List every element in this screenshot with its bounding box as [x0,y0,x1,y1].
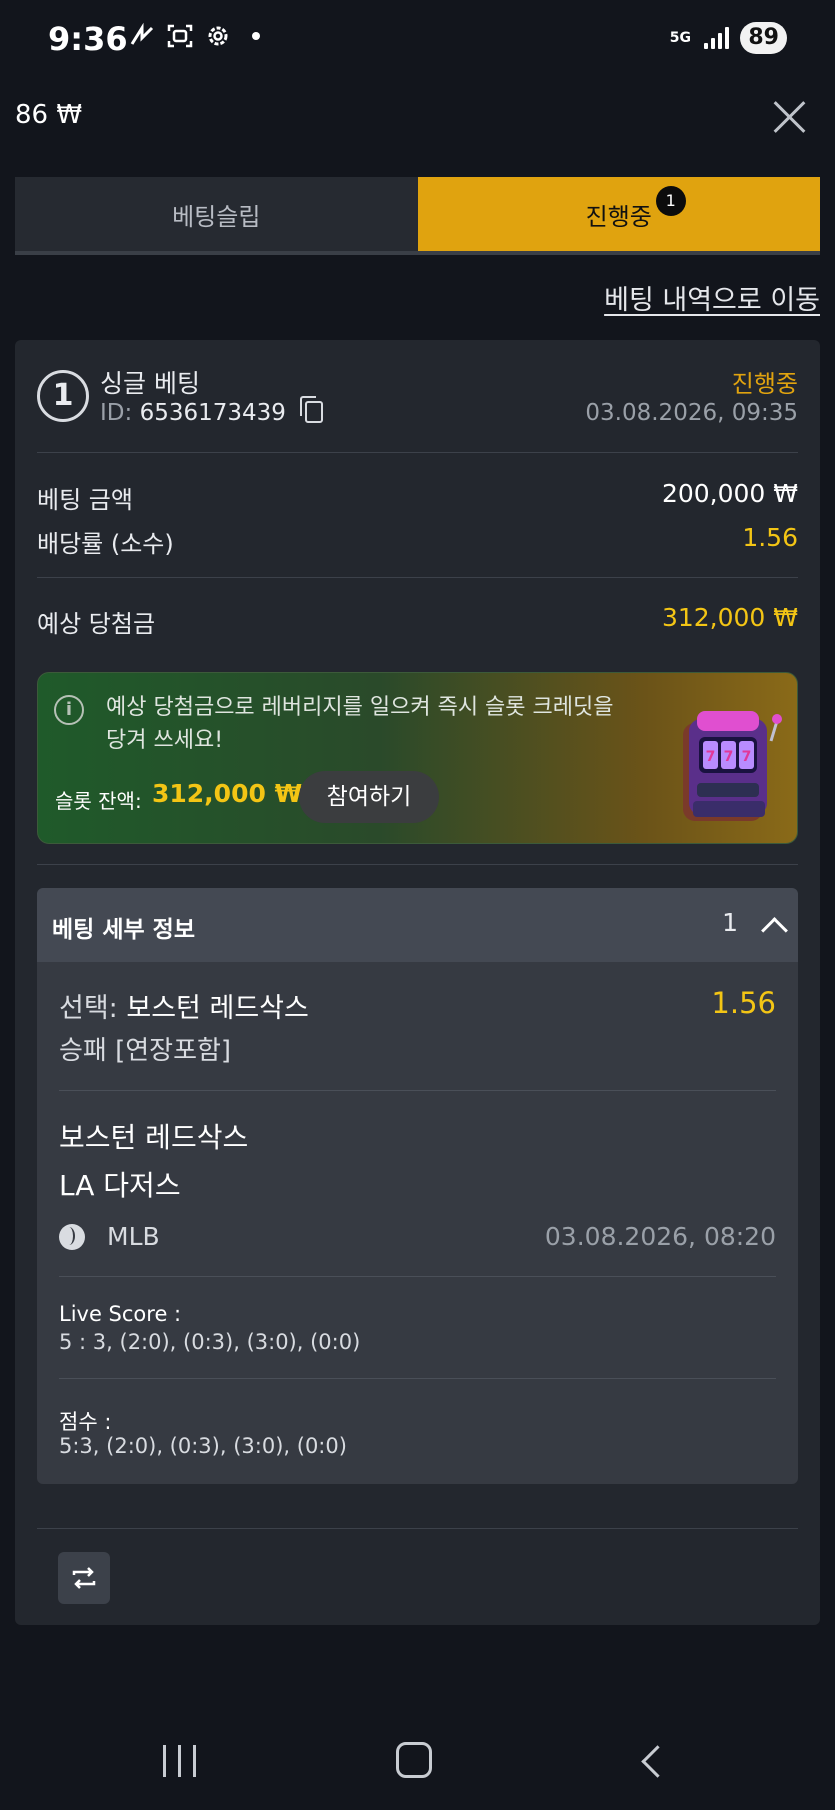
bet-type: 싱글 베팅 [100,369,200,398]
payout-value: 312,000 ₩ [661,603,798,632]
divider [37,452,798,453]
status-icons [128,22,270,50]
status-time: 9:36 [48,20,128,58]
settings-gear-icon [204,22,232,50]
screenshot-icon [166,22,194,50]
status-bar: 9:36 5G 89 [0,0,835,80]
slot-balance-value: 312,000 ₩ [152,779,303,808]
odds-value: 1.56 [742,523,798,552]
chevron-up-icon[interactable] [762,914,784,936]
bet-details-header[interactable]: 베팅 세부 정보 1 [37,888,798,962]
divider [37,577,798,578]
selection-label: 선택: [59,993,118,1024]
selection-value: 보스턴 레드삭스 [126,993,309,1024]
selection-line: 선택: 보스턴 레드삭스 [59,986,309,1025]
notification-dot-icon [242,22,270,50]
market-name: 승패 [연장포함] [59,1036,232,1066]
status-right: 5G 89 [666,22,787,54]
tab-betslip[interactable]: 베팅슬립 [15,177,418,251]
baseball-icon [59,1224,85,1250]
battery-indicator: 89 [740,22,787,54]
bet-datetime: 03.08.2026, 09:35 [585,400,798,426]
tab-label: 진행중 [585,202,652,231]
account-balance: 86 ₩ [15,100,83,130]
score-value: 5:3, (2:0), (0:3), (3:0), (0:0) [59,1434,347,1458]
team-away: LA 다저스 [59,1169,181,1202]
tab-count-badge: 1 [655,186,686,216]
bet-details-count: 1 [722,908,738,937]
divider [59,1378,776,1379]
repeat-icon [72,1567,96,1589]
divider [59,1090,776,1091]
bet-status: 진행중 [731,370,798,398]
svg-text:7: 7 [706,749,716,765]
slot-balance-label: 슬롯 잔액: [55,789,142,813]
tab-in-progress[interactable]: 진행중 1 [417,177,820,251]
join-button[interactable]: 참여하기 [299,771,439,823]
tab-label: 베팅슬립 [172,202,261,231]
live-score-value: 5 : 3, (2:0), (0:3), (3:0), (0:0) [59,1330,361,1354]
copy-icon[interactable] [300,396,324,423]
bet-details-body: 선택: 보스턴 레드삭스 1.56 승패 [연장포함] 보스턴 레드삭스 LA … [37,962,798,1484]
divider [37,1528,798,1529]
bet-id-value: 6536173439 [139,400,286,426]
back-icon[interactable] [640,1744,664,1778]
live-score-label: Live Score : [59,1302,182,1326]
bet-id: ID: 6536173439 [100,396,324,426]
bet-history-link[interactable]: 베팅 내역으로 이동 [604,278,820,317]
missed-call-icon [128,22,156,50]
selection-odds: 1.56 [711,986,776,1020]
promo-text: 예상 당첨금으로 레버리지를 일으켜 즉시 슬롯 크레딧을 당겨 쓰세요! [106,695,614,753]
info-icon: i [54,695,84,725]
stake-label: 베팅 금액 [37,486,133,514]
svg-text:7: 7 [724,749,734,765]
odds-label: 배당률 (소수) [37,530,174,558]
bet-details-title: 베팅 세부 정보 [52,917,195,943]
stake-value: 200,000 ₩ [661,479,798,508]
home-icon[interactable] [396,1742,432,1778]
divider [59,1276,776,1277]
payout-label: 예상 당첨금 [37,610,156,638]
network-5g-icon: 5G [669,30,691,46]
slot-promo-banner: i 예상 당첨금으로 레버리지를 일으켜 즉시 슬롯 크레딧을 당겨 쓰세요! … [37,672,798,844]
score-label: 점수 : [59,1410,112,1434]
svg-text:7: 7 [742,749,752,765]
bet-card: 1 싱글 베팅 ID: 6536173439 진행중 03.08.2026, 0… [15,340,820,1625]
system-nav-bar [0,1720,835,1800]
bet-index-badge: 1 [37,370,89,422]
close-icon[interactable] [773,100,807,134]
league-name: MLB [107,1222,160,1251]
signal-icon [704,27,730,49]
repeat-bet-button[interactable] [58,1552,110,1604]
recent-apps-icon[interactable] [163,1745,197,1777]
team-home: 보스턴 레드삭스 [59,1121,249,1154]
slot-machine-icon: 7 7 7 [683,711,782,821]
divider [37,864,798,865]
match-datetime: 03.08.2026, 08:20 [544,1222,776,1251]
betslip-tabs: 베팅슬립 진행중 1 [15,177,820,255]
bet-id-label: ID: [100,400,133,426]
